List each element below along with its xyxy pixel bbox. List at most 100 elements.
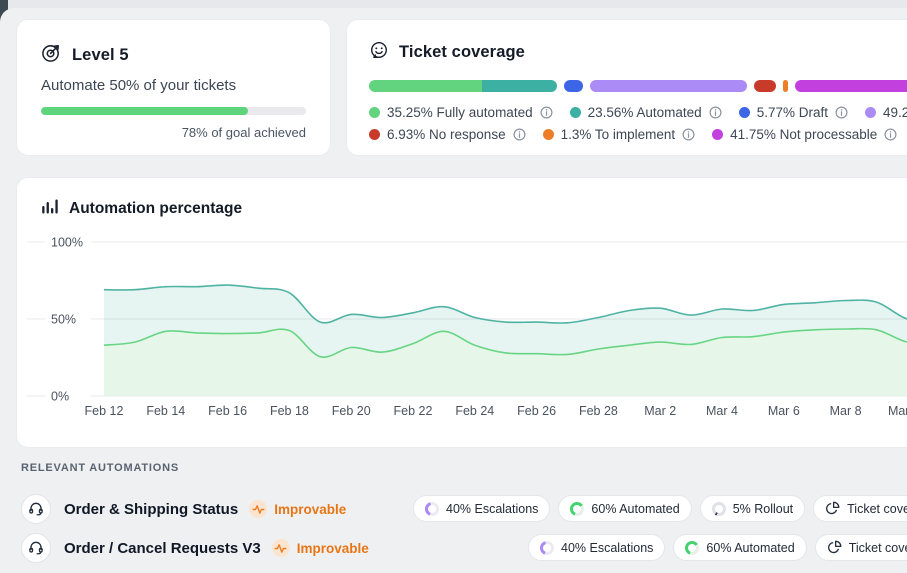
pie-chart-icon	[825, 501, 840, 516]
badge-pill[interactable]: 60% Automated	[558, 495, 692, 522]
ticket-coverage-card: Ticket coverage 35.25% Fully automated 23…	[346, 19, 907, 156]
improvable-badge: Improvable	[271, 539, 369, 557]
coverage-segment-3	[589, 80, 748, 92]
smiley-bubble-icon	[369, 40, 389, 65]
badge-pill[interactable]: 5% Rollout	[699, 495, 806, 522]
badge-label: 40% Escalations	[561, 540, 654, 555]
legend-label: 1.3% To implement	[560, 127, 676, 142]
svg-text:Mar 10: Mar 10	[888, 404, 907, 418]
svg-text:Feb 18: Feb 18	[270, 404, 309, 418]
info-icon[interactable]	[835, 106, 848, 119]
legend-dot	[738, 107, 750, 118]
svg-text:Mar 6: Mar 6	[768, 404, 800, 418]
svg-text:Mar 4: Mar 4	[706, 404, 738, 418]
progress-ring-icon	[570, 501, 585, 516]
automation-avatar	[21, 533, 51, 563]
automation-row[interactable]: Order / Cancel Requests V3 Improvable 40% …	[21, 533, 907, 563]
coverage-legend: 35.25% Fully automated 23.56% Automated 5.…	[369, 105, 907, 142]
automation-name: Order / Cancel Requests V3	[64, 539, 261, 557]
legend-item: 49.24% Escalated	[864, 105, 907, 120]
legend-item: 23.56% Automated	[569, 105, 722, 120]
automation-chart-card: Automation percentage 0% 50% 100% Feb 12 Feb…	[16, 177, 907, 448]
legend-row: 6.93% No response 1.3% To implement 41.75%…	[369, 127, 907, 142]
level-card: Level 5 Automate 50% of your tickets 78%…	[16, 19, 331, 156]
legend-item: 1.3% To implement	[542, 127, 696, 142]
legend-dot	[369, 129, 380, 140]
automation-avatar	[21, 494, 51, 524]
badge-label: Ticket coverage	[848, 540, 907, 555]
pie-chart-icon	[827, 540, 842, 555]
svg-text:Feb 20: Feb 20	[332, 404, 371, 418]
legend-dot	[542, 129, 554, 140]
headset-icon	[28, 540, 44, 556]
bar-chart-icon	[41, 197, 59, 220]
progress-ring-icon	[685, 540, 700, 555]
legend-item: 5.77% Draft	[738, 105, 848, 120]
legend-item: 41.75% Not processable	[712, 127, 897, 142]
improvable-label: Improvable	[274, 501, 347, 517]
coverage-segment-4	[754, 80, 777, 92]
automation-name: Order & Shipping Status	[64, 500, 239, 518]
legend-item: 6.93% No response	[369, 127, 526, 142]
badge-pill[interactable]: 40% Escalations	[413, 495, 551, 522]
automation-row[interactable]: Order & Shipping Status Improvable 40% Esc…	[21, 494, 907, 524]
level-title: Level 5	[72, 45, 129, 64]
legend-label: 23.56% Automated	[587, 105, 702, 120]
info-icon[interactable]	[682, 128, 695, 141]
level-progress-caption: 78% of goal achieved	[181, 125, 306, 140]
relevant-automations-section: RELEVANT AUTOMATIONS Order & Shipping St…	[21, 462, 907, 563]
pulse-icon	[271, 539, 290, 557]
coverage-segment-1	[481, 80, 558, 92]
badge-pill[interactable]: Ticket coverage	[813, 495, 907, 522]
svg-text:Mar 2: Mar 2	[644, 404, 676, 418]
coverage-segmented-bar	[369, 80, 907, 92]
coverage-segment-2	[564, 80, 583, 92]
info-icon[interactable]	[513, 128, 526, 141]
svg-text:Feb 28: Feb 28	[579, 404, 618, 418]
legend-dot	[369, 107, 380, 118]
svg-text:100%: 100%	[51, 236, 83, 250]
badge-label: Ticket coverage	[847, 501, 907, 516]
info-icon[interactable]	[709, 106, 722, 119]
svg-text:Feb 16: Feb 16	[208, 404, 247, 418]
level-subtitle: Automate 50% of your tickets	[41, 77, 237, 94]
legend-label: 35.25% Fully automated	[387, 105, 533, 120]
svg-text:Mar 8: Mar 8	[830, 404, 862, 418]
svg-text:Feb 22: Feb 22	[394, 404, 433, 418]
badge-label: 60% Automated	[591, 501, 680, 516]
info-icon[interactable]	[540, 106, 553, 119]
coverage-title: Ticket coverage	[399, 43, 525, 61]
svg-text:Feb 12: Feb 12	[85, 404, 124, 418]
info-icon[interactable]	[884, 128, 897, 141]
svg-text:0%: 0%	[51, 390, 69, 404]
svg-text:Feb 24: Feb 24	[455, 404, 494, 418]
badge-pill[interactable]: 40% Escalations	[528, 534, 666, 561]
svg-text:Feb 14: Feb 14	[146, 404, 185, 418]
progress-ring-icon	[711, 501, 726, 516]
coverage-segment-6	[795, 80, 907, 92]
legend-label: 41.75% Not processable	[730, 127, 878, 142]
badge-pill[interactable]: 60% Automated	[673, 534, 807, 561]
badge-label: 5% Rollout	[732, 501, 794, 516]
legend-label: 6.93% No response	[387, 127, 506, 142]
badge-label: 60% Automated	[706, 540, 795, 555]
automations-heading: RELEVANT AUTOMATIONS	[21, 462, 179, 474]
coverage-segment-0	[369, 80, 482, 92]
legend-item: 35.25% Fully automated	[369, 105, 553, 120]
automation-percentage-chart: 0% 50% 100% Feb 12 Feb 14 Feb 16 Feb 18 Feb 20 F…	[27, 234, 907, 418]
level-progress-fill	[41, 107, 248, 115]
badge-label: 40% Escalations	[446, 501, 539, 516]
progress-ring-icon	[425, 501, 439, 516]
legend-dot	[569, 107, 581, 118]
target-goal-icon	[41, 42, 62, 68]
svg-text:50%: 50%	[51, 313, 76, 327]
coverage-segment-5	[783, 80, 789, 92]
legend-label: 49.24% Escalated	[882, 105, 907, 120]
progress-ring-icon	[540, 540, 554, 555]
badge-group: 40% Escalations 60% Automated Ticket cover…	[528, 534, 907, 561]
chart-title: Automation percentage	[69, 199, 243, 217]
legend-dot	[864, 107, 876, 118]
svg-text:Feb 26: Feb 26	[517, 404, 556, 418]
badge-pill[interactable]: Ticket coverage	[814, 534, 907, 561]
legend-row: 35.25% Fully automated 23.56% Automated 5.…	[369, 105, 907, 120]
